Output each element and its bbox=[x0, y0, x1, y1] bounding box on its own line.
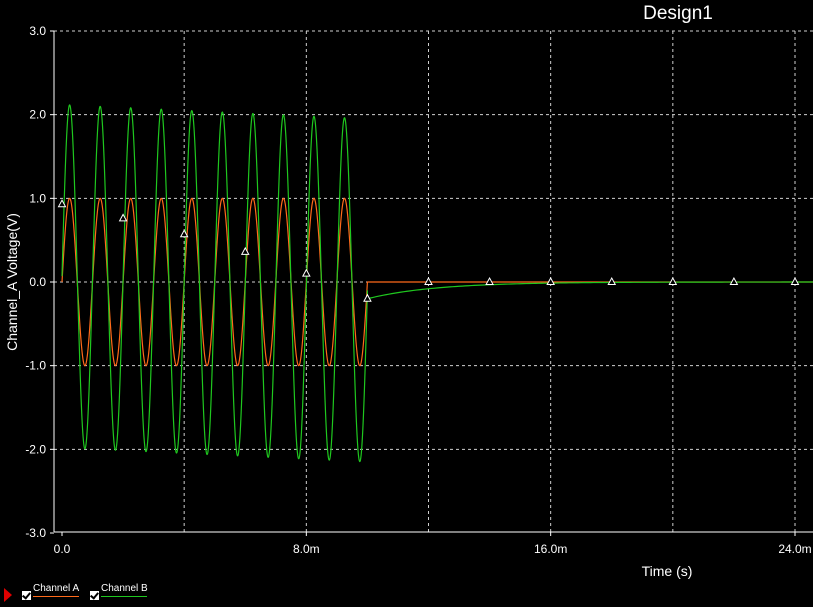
y-axis-label: Channel_A Voltage(V) bbox=[4, 213, 20, 351]
data-marker bbox=[790, 276, 800, 285]
y-tick-label: -2.0 bbox=[25, 442, 46, 456]
data-marker bbox=[485, 276, 494, 285]
legend-swatch-channel-a bbox=[33, 596, 79, 597]
y-tick-label: 3.0 bbox=[29, 24, 46, 38]
x-tick-label: 0.0 bbox=[54, 542, 71, 556]
x-tick-label: 24.0m bbox=[778, 542, 811, 556]
checkbox-icon[interactable] bbox=[22, 591, 31, 600]
data-marker bbox=[607, 276, 617, 285]
chart-plot: 3.0 2.0 1.0 0.0 -1.0 -2.0 -3.0 0.0 8.0m 16.0m 24.0… bbox=[4, 3, 813, 579]
y-tick-label: 1.0 bbox=[29, 191, 46, 205]
series-line-channel-b bbox=[61, 104, 813, 463]
marker-flag-icon[interactable] bbox=[4, 588, 12, 602]
data-marker bbox=[546, 276, 556, 285]
y-tick-label: -1.0 bbox=[25, 359, 46, 373]
data-marker bbox=[301, 268, 311, 277]
checkbox-icon[interactable] bbox=[90, 591, 99, 600]
data-marker bbox=[729, 276, 739, 285]
chart-title: Design1 bbox=[643, 3, 713, 24]
x-tick-label: 16.0m bbox=[534, 542, 567, 556]
x-axis-label: Time (s) bbox=[642, 563, 693, 579]
data-marker bbox=[424, 276, 433, 285]
y-tick-label: 2.0 bbox=[29, 108, 46, 122]
series-group bbox=[61, 104, 813, 463]
legend-swatch-channel-b bbox=[101, 596, 147, 597]
data-marker bbox=[668, 276, 678, 285]
legend-item-channel-b[interactable]: Channel B bbox=[90, 583, 148, 603]
legend-item-channel-a[interactable]: Channel A bbox=[22, 583, 79, 603]
x-tick-label: 8.0m bbox=[293, 542, 320, 556]
y-tick-label: -3.0 bbox=[25, 526, 46, 540]
legend-label-channel-a: Channel A bbox=[33, 583, 80, 594]
legend-label-channel-b: Channel B bbox=[101, 583, 148, 594]
y-tick-label: 0.0 bbox=[29, 275, 46, 289]
